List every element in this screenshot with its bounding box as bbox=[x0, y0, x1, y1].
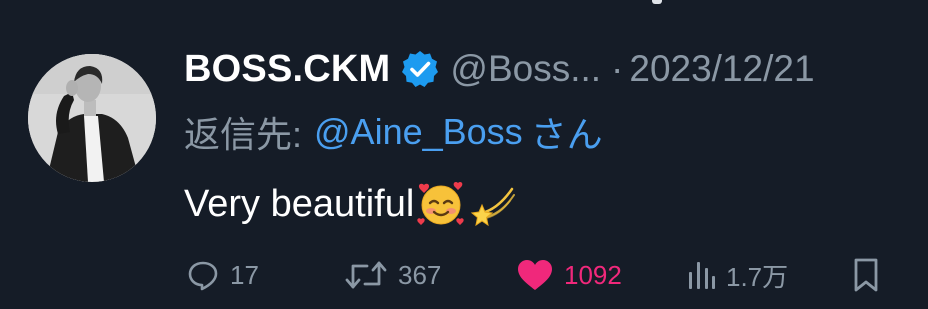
timestamp[interactable]: 2023/12/21 bbox=[629, 48, 814, 90]
retweet-button[interactable]: 367 bbox=[344, 250, 441, 300]
views-button[interactable]: 1.7万 bbox=[686, 250, 788, 300]
reply-to-handle-link[interactable]: @Aine_Boss bbox=[314, 111, 523, 153]
avatar[interactable] bbox=[28, 54, 156, 182]
tweet-actions: 17 367 1092 1.7万 bbox=[0, 250, 928, 300]
views-count: 1.7万 bbox=[726, 261, 789, 292]
retweet-count: 367 bbox=[398, 259, 442, 290]
separator-dot: · bbox=[611, 48, 624, 89]
reply-icon bbox=[188, 261, 218, 291]
user-handle[interactable]: @Boss... bbox=[450, 48, 601, 90]
display-name[interactable]: BOSS.CKM bbox=[184, 48, 390, 91]
retweet-icon bbox=[345, 261, 387, 289]
verified-badge-icon bbox=[400, 49, 440, 89]
reply-context: 返信先: @Aine_Boss さん bbox=[184, 108, 603, 156]
bookmark-button[interactable] bbox=[852, 250, 880, 300]
smiling-face-with-hearts-emoji-icon bbox=[416, 179, 466, 229]
dizzy-star-emoji-icon bbox=[468, 179, 518, 229]
bookmark-icon bbox=[854, 258, 878, 292]
like-count: 1092 bbox=[564, 259, 622, 290]
views-bar-chart-icon bbox=[689, 262, 715, 289]
reply-prefix: 返信先: bbox=[184, 114, 303, 155]
tweet-header: BOSS.CKM @Boss... · 2023/12/21 bbox=[184, 44, 914, 94]
reply-suffix: さん bbox=[530, 114, 603, 155]
heart-filled-icon bbox=[518, 260, 552, 290]
like-button[interactable]: 1092 bbox=[516, 250, 622, 300]
reply-button[interactable]: 17 bbox=[186, 250, 259, 300]
tweet-body: Very beautiful bbox=[184, 176, 518, 232]
tweet-text: Very beautiful bbox=[184, 182, 415, 225]
status-indicator bbox=[652, 0, 662, 4]
reply-count: 17 bbox=[230, 259, 259, 290]
avatar-image bbox=[28, 54, 156, 182]
